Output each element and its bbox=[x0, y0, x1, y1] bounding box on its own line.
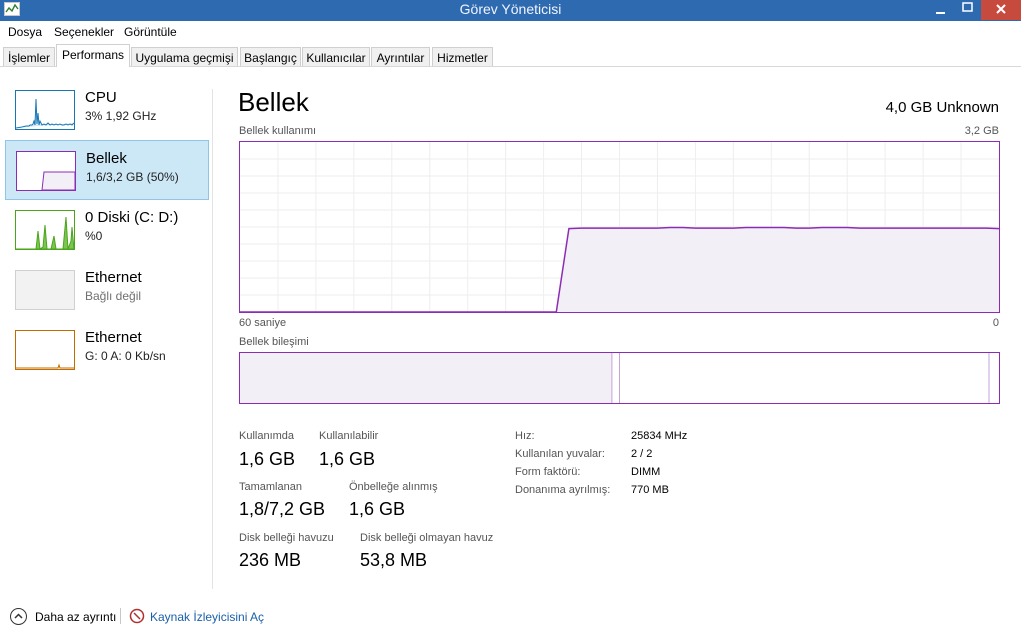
composition-graph bbox=[240, 353, 990, 403]
detail-slots-label: Kullanılan yuvalar: bbox=[515, 448, 605, 460]
composition-label: Bellek bileşimi bbox=[239, 336, 309, 348]
title-bar: Görev Yöneticisi bbox=[0, 0, 1021, 21]
cpu-subtitle: 3% 1,92 GHz bbox=[85, 109, 157, 123]
chevron-up-icon bbox=[14, 613, 23, 619]
tab-performance[interactable]: Performans bbox=[56, 44, 130, 67]
memory-subtitle: 1,6/3,2 GB (50%) bbox=[86, 170, 179, 184]
maximize-button[interactable] bbox=[955, 0, 980, 20]
tab-services[interactable]: Hizmetler bbox=[432, 47, 493, 66]
stat-cached-label: Önbelleğe alınmış bbox=[349, 481, 438, 493]
cpu-mini-graph bbox=[15, 98, 75, 129]
tab-processes[interactable]: İşlemler bbox=[3, 47, 55, 66]
cpu-thumbnail-graph bbox=[15, 90, 75, 130]
memory-total: 4,0 GB Unknown bbox=[885, 99, 999, 116]
ethernet-1-thumbnail-graph bbox=[15, 270, 75, 310]
stat-committed-label: Tamamlanan bbox=[239, 481, 302, 493]
stat-paged-pool-value: 236 MB bbox=[239, 550, 302, 570]
disk-title: 0 Diski (C: D:) bbox=[85, 209, 179, 226]
panel-divider bbox=[212, 89, 213, 589]
stat-cached-value: 1,6 GB bbox=[349, 499, 406, 519]
stat-paged-pool-label: Disk belleği havuzu bbox=[239, 532, 334, 544]
composition-in-use bbox=[240, 353, 612, 403]
memory-title: Bellek bbox=[86, 150, 127, 167]
detail-hardware-reserved-label: Donanıma ayrılmış: bbox=[515, 484, 611, 496]
sidebar-item-memory[interactable]: Bellek 1,6/3,2 GB (50%) bbox=[5, 140, 209, 200]
menu-bar: Dosya Seçenekler Görüntüle bbox=[0, 21, 1021, 42]
memory-usage-chart bbox=[239, 141, 1000, 313]
tab-details[interactable]: Ayrıntılar bbox=[371, 47, 430, 66]
memory-details-panel: Bellek 4,0 GB Unknown Bellek kullanımı 3… bbox=[214, 67, 1021, 590]
time-axis-end: 0 bbox=[992, 317, 999, 329]
footer-divider bbox=[120, 608, 121, 624]
maximize-icon bbox=[962, 2, 973, 12]
detail-slots-value: 2 / 2 bbox=[631, 448, 653, 460]
memory-composition-bar bbox=[239, 352, 1000, 404]
detail-form-factor-label: Form faktörü: bbox=[515, 466, 581, 478]
memory-mini-graph bbox=[41, 171, 76, 191]
stat-committed-value: 1,8/7,2 GB bbox=[239, 499, 326, 519]
ethernet-1-title: Ethernet bbox=[85, 269, 142, 286]
ethernet-2-title: Ethernet bbox=[85, 329, 142, 346]
open-resource-monitor-link[interactable]: Kaynak İzleyicisini Aç bbox=[150, 610, 264, 624]
tab-users[interactable]: Kullanıcılar bbox=[302, 47, 370, 66]
minimize-icon bbox=[936, 12, 945, 14]
sidebar-item-disk[interactable]: 0 Diski (C: D:) %0 bbox=[5, 200, 209, 260]
stat-available-value: 1,6 GB bbox=[319, 449, 376, 469]
sidebar-item-ethernet-2[interactable]: Ethernet G: 0 A: 0 Kb/sn bbox=[5, 320, 209, 380]
close-icon bbox=[996, 4, 1006, 14]
cpu-title: CPU bbox=[85, 89, 117, 106]
stat-in-use-label: Kullanımda bbox=[239, 430, 295, 442]
stat-available-label: Kullanılabilir bbox=[319, 430, 379, 442]
tab-app-history[interactable]: Uygulama geçmişi bbox=[131, 47, 238, 66]
tab-strip: İşlemler Performans Uygulama geçmişi Baş… bbox=[0, 42, 1021, 67]
usage-chart-label: Bellek kullanımı bbox=[239, 125, 317, 137]
time-axis-start: 60 saniye bbox=[239, 317, 287, 329]
less-details-button[interactable] bbox=[10, 608, 27, 625]
ethernet-mini-graph bbox=[16, 363, 74, 369]
stat-in-use-value: 1,6 GB bbox=[239, 449, 296, 469]
stat-nonpaged-pool-value: 53,8 MB bbox=[360, 550, 428, 570]
detail-form-factor-value: DIMM bbox=[631, 466, 661, 478]
disk-thumbnail-graph bbox=[15, 210, 75, 250]
disk-subtitle: %0 bbox=[85, 229, 103, 243]
resource-monitor-icon[interactable] bbox=[129, 608, 145, 624]
ethernet-1-subtitle: Bağlı değil bbox=[85, 289, 142, 303]
resource-list: CPU 3% 1,92 GHz Bellek 1,6/3,2 GB (50%) … bbox=[0, 67, 213, 590]
detail-speed-value: 25834 MHz bbox=[631, 430, 688, 442]
tab-startup[interactable]: Başlangıç bbox=[240, 47, 301, 66]
stat-nonpaged-pool-label: Disk belleği olmayan havuz bbox=[360, 532, 494, 544]
sidebar-item-cpu[interactable]: CPU 3% 1,92 GHz bbox=[5, 80, 209, 140]
ethernet-2-subtitle: G: 0 A: 0 Kb/sn bbox=[85, 349, 166, 363]
detail-speed-label: Hız: bbox=[515, 430, 535, 442]
disk-mini-graph bbox=[16, 216, 75, 250]
ethernet-2-thumbnail-graph bbox=[15, 330, 75, 370]
window-title: Görev Yöneticisi bbox=[459, 1, 562, 17]
minimize-button[interactable] bbox=[930, 0, 952, 20]
usage-chart-max: 3,2 GB bbox=[964, 125, 999, 137]
menu-view[interactable]: Görüntüle bbox=[124, 25, 177, 39]
menu-options[interactable]: Seçenekler bbox=[54, 25, 114, 39]
memory-thumbnail-graph bbox=[16, 151, 76, 191]
less-details-link[interactable]: Daha az ayrıntı bbox=[35, 610, 116, 624]
menu-file[interactable]: Dosya bbox=[8, 25, 42, 39]
page-title: Bellek bbox=[238, 87, 309, 117]
sidebar-item-ethernet-1[interactable]: Ethernet Bağlı değil bbox=[5, 260, 209, 320]
detail-hardware-reserved-value: 770 MB bbox=[631, 484, 669, 496]
footer-bar: Daha az ayrıntı Kaynak İzleyicisini Aç bbox=[0, 599, 1021, 635]
memory-usage-graph bbox=[240, 142, 1000, 313]
close-button[interactable] bbox=[981, 0, 1021, 20]
